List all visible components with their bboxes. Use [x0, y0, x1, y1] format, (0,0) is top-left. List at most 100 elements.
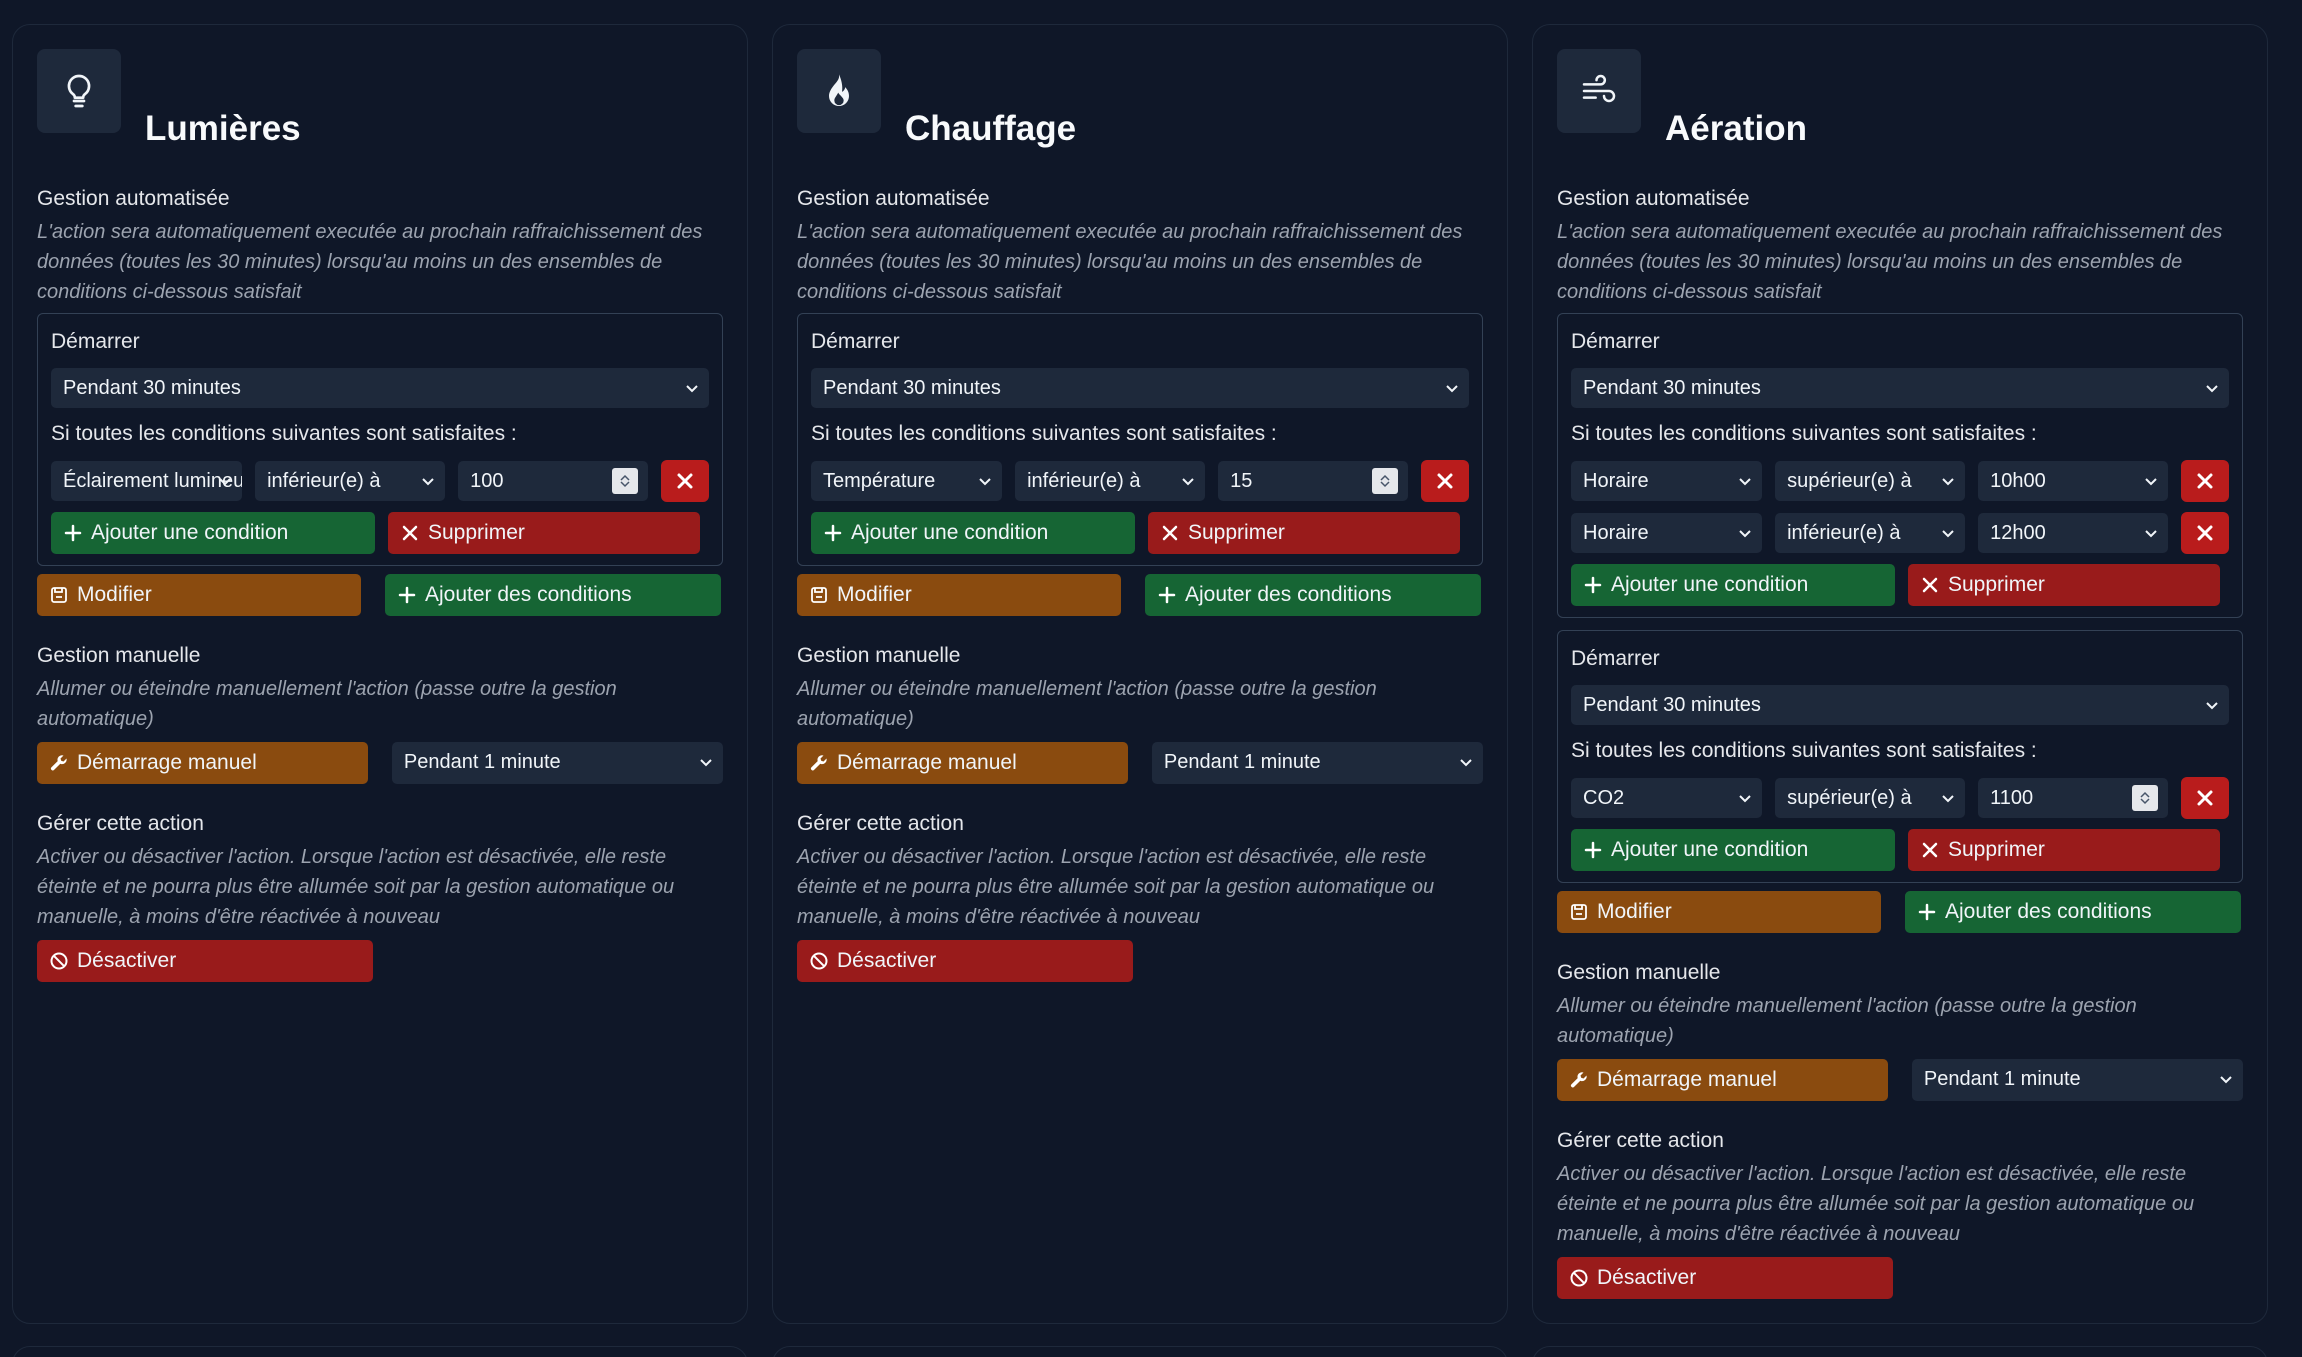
remove-condition-button[interactable] [661, 460, 709, 502]
condition-operator-select[interactable]: supérieur(e) à [1775, 778, 1966, 818]
delete-group-button[interactable]: Supprimer [388, 512, 700, 554]
condition-group: Démarrer Pendant 30 minutes Si toutes le… [1557, 630, 2243, 883]
add-conditions-button[interactable]: Ajouter des conditions [1145, 574, 1481, 616]
condition-row: CO2 supérieur(e) à 1100 [1571, 777, 2229, 819]
close-icon [1922, 842, 1938, 858]
chevron-down-icon [1380, 481, 1390, 488]
chevron-down-icon [1942, 795, 1954, 803]
condition-row: Horaire supérieur(e) à 10h00 [1571, 460, 2229, 502]
condition-operator-select[interactable]: supérieur(e) à [1775, 461, 1966, 501]
manage-section-desc: Activer ou désactiver l'action. Lorsque … [797, 846, 1435, 928]
manual-actions: Démarrage manuel Pendant 1 minute [1557, 1059, 2243, 1101]
chevron-down-icon [2140, 798, 2150, 805]
wrench-icon [810, 755, 827, 771]
condition-field-select[interactable]: CO2 [1571, 778, 1763, 818]
add-condition-button[interactable]: Ajouter une condition [1571, 829, 1895, 871]
card-next-row [772, 1346, 1508, 1357]
manual-duration-select[interactable]: Pendant 1 minute [1911, 1059, 2243, 1101]
delete-group-button[interactable]: Supprimer [1908, 829, 2220, 871]
add-condition-button[interactable]: Ajouter une condition [811, 512, 1135, 554]
condition-operator-select[interactable]: inférieur(e) à [1015, 461, 1206, 501]
condition-field-select[interactable]: Température [811, 461, 1003, 501]
wrench-icon [50, 755, 67, 771]
chevron-down-icon [2145, 478, 2157, 486]
condition-value-select[interactable]: 10h00 [1978, 461, 2169, 501]
conditions-label: Si toutes les conditions suivantes sont … [51, 422, 517, 445]
add-condition-button[interactable]: Ajouter une condition [51, 512, 375, 554]
condition-operator-select[interactable]: inférieur(e) à [1775, 513, 1966, 553]
condition-value-input[interactable]: 1100 [1978, 778, 2169, 818]
close-icon [1437, 473, 1453, 489]
save-icon [811, 587, 827, 603]
duration-select[interactable]: Pendant 30 minutes [811, 368, 1469, 408]
duration-select[interactable]: Pendant 30 minutes [1571, 685, 2229, 725]
remove-condition-button[interactable] [2181, 460, 2229, 502]
manual-actions: Démarrage manuel Pendant 1 minute [797, 742, 1483, 784]
ban-icon [50, 952, 68, 970]
condition-row: Éclairement lumineux inférieur(e) à 100 [51, 460, 709, 502]
manual-section-desc: Allumer ou éteindre manuellement l'actio… [1557, 995, 2137, 1047]
remove-condition-button[interactable] [2181, 512, 2229, 554]
card-title: Chauffage [905, 109, 1077, 148]
condition-value-input[interactable]: 100 [458, 461, 649, 501]
chevron-up-icon [2140, 791, 2150, 798]
manual-start-button[interactable]: Démarrage manuel [1557, 1059, 1888, 1101]
close-icon [2197, 525, 2213, 541]
auto-section-title: Gestion automatisée [1557, 187, 1750, 210]
manual-section-title: Gestion manuelle [797, 644, 961, 667]
condition-group: Démarrer Pendant 30 minutes Si toutes le… [1557, 313, 2243, 618]
close-icon [1162, 525, 1178, 541]
deactivate-button[interactable]: Désactiver [1557, 1257, 1893, 1299]
delete-group-button[interactable]: Supprimer [1148, 512, 1460, 554]
condition-operator-select[interactable]: inférieur(e) à [255, 461, 446, 501]
manual-start-button[interactable]: Démarrage manuel [797, 742, 1128, 784]
deactivate-button[interactable]: Désactiver [37, 940, 373, 982]
condition-field-select[interactable]: Éclairement lumineux [51, 461, 243, 501]
modify-button[interactable]: Modifier [1557, 891, 1881, 933]
manage-section-desc: Activer ou désactiver l'action. Lorsque … [1557, 1163, 2195, 1245]
number-spinner[interactable] [1372, 468, 1399, 494]
manual-duration-select[interactable]: Pendant 1 minute [391, 742, 723, 784]
delete-group-button[interactable]: Supprimer [1908, 564, 2220, 606]
card-lumieres: Lumières Gestion automatisée L'action se… [12, 24, 748, 1324]
lightbulb-icon [37, 49, 121, 133]
modify-button[interactable]: Modifier [797, 574, 1121, 616]
plus-icon [1158, 586, 1176, 604]
ban-icon [1570, 1269, 1588, 1287]
card-title: Lumières [145, 109, 301, 148]
manual-start-button[interactable]: Démarrage manuel [37, 742, 368, 784]
manual-duration-select[interactable]: Pendant 1 minute [1151, 742, 1483, 784]
condition-value-select[interactable]: 12h00 [1978, 513, 2169, 553]
add-conditions-button[interactable]: Ajouter des conditions [1905, 891, 2241, 933]
manual-section-title: Gestion manuelle [37, 644, 201, 667]
close-icon [1922, 577, 1938, 593]
plus-icon [64, 524, 82, 542]
manual-section-desc: Allumer ou éteindre manuellement l'actio… [37, 678, 617, 730]
chevron-down-icon [2145, 530, 2157, 538]
number-spinner[interactable] [612, 468, 639, 494]
duration-select[interactable]: Pendant 30 minutes [1571, 368, 2229, 408]
close-icon [402, 525, 418, 541]
number-spinner[interactable] [2132, 785, 2159, 811]
chevron-down-icon [620, 481, 630, 488]
group-actions: Ajouter une condition Supprimer [1571, 829, 2229, 871]
duration-select[interactable]: Pendant 30 minutes [51, 368, 709, 408]
add-condition-button[interactable]: Ajouter une condition [1571, 564, 1895, 606]
condition-value-input[interactable]: 15 [1218, 461, 1409, 501]
manual-section-title: Gestion manuelle [1557, 961, 1721, 984]
condition-field-select[interactable]: Horaire [1571, 461, 1763, 501]
remove-condition-button[interactable] [1421, 460, 1469, 502]
chevron-down-icon [700, 759, 712, 767]
manual-actions: Démarrage manuel Pendant 1 minute [37, 742, 723, 784]
group-actions: Ajouter une condition Supprimer [1571, 564, 2229, 606]
manage-section-desc: Activer ou désactiver l'action. Lorsque … [37, 846, 675, 928]
condition-field-select[interactable]: Horaire [1571, 513, 1763, 553]
start-label: Démarrer [51, 330, 140, 353]
modify-button[interactable]: Modifier [37, 574, 361, 616]
start-label: Démarrer [1571, 330, 1660, 353]
plus-icon [1584, 576, 1602, 594]
remove-condition-button[interactable] [2181, 777, 2229, 819]
deactivate-button[interactable]: Désactiver [797, 940, 1133, 982]
chevron-down-icon [219, 478, 231, 486]
add-conditions-button[interactable]: Ajouter des conditions [385, 574, 721, 616]
